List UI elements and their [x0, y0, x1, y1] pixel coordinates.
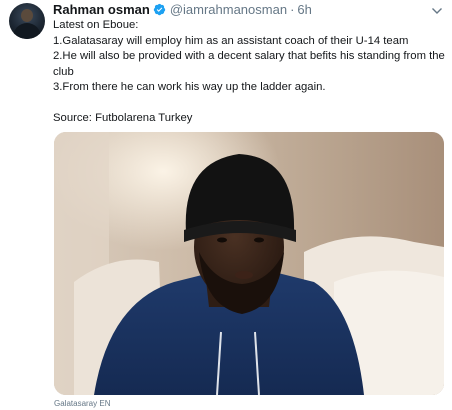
tweet-timestamp[interactable]: 6h [297, 2, 311, 17]
tweet-content: Rahman osman @iamrahmanosman · 6h Latest… [53, 1, 445, 126]
separator-dot: · [290, 1, 295, 17]
photo-credit: Galatasaray EN [54, 399, 111, 408]
tweet-line: 3.From there he can work his way up the … [53, 81, 326, 93]
tweet-line: Latest on Eboue: [53, 19, 139, 31]
avatar[interactable] [9, 3, 45, 39]
avatar-shoulders [13, 23, 41, 39]
author-handle[interactable]: @iamrahmanosman [170, 2, 287, 17]
tweet-header: Rahman osman @iamrahmanosman · 6h [53, 1, 443, 17]
avatar-head [21, 9, 33, 22]
tweet-line: 2.He will also be provided with a decent… [53, 50, 445, 62]
tweet-card[interactable]: Rahman osman @iamrahmanosman · 6h Latest… [0, 0, 452, 410]
tweet-photo[interactable] [54, 132, 444, 395]
tweet-line: Source: Futbolarena Turkey [53, 111, 193, 124]
tweet-line: club [53, 65, 74, 78]
photo-illustration [54, 132, 444, 395]
author-name[interactable]: Rahman osman [53, 2, 150, 17]
chevron-down-icon[interactable] [431, 3, 443, 14]
verified-badge-icon [153, 3, 166, 16]
tweet-line: 1.Galatasaray will employ him as an assi… [53, 34, 409, 47]
tweet-text: Latest on Eboue: 1.Galatasaray will empl… [53, 18, 445, 126]
